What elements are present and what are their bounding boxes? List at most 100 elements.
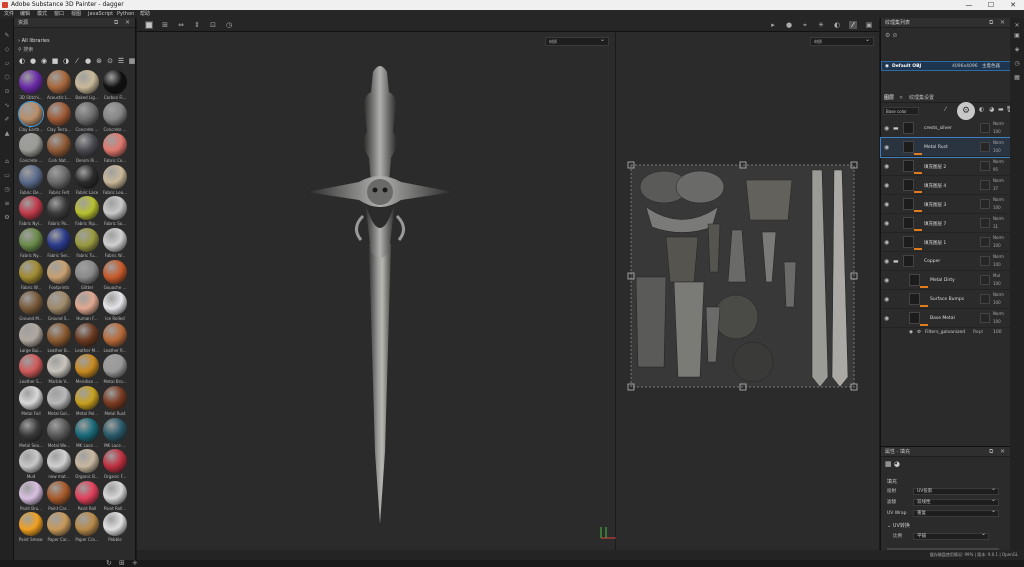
menu-mode[interactable]: 模式 [37,10,47,18]
material-item[interactable]: Fabric Co... [102,133,128,164]
layer-blend-mode[interactable]: Norm [993,121,1004,126]
material-item[interactable]: Fabric Lace [74,164,100,196]
texture-set-list-icon[interactable]: ▣ [1013,32,1021,40]
layer-blend-mode[interactable]: Norm [993,235,1004,240]
layer-opacity[interactable]: 37 [993,186,998,191]
eye-icon[interactable]: ◉ [884,182,889,189]
picker-icon[interactable]: ✐ [3,116,11,124]
material-item[interactable]: Fabric W... [102,228,128,259]
reset-view-icon[interactable]: ◷ [225,21,233,29]
add-paint-layer-icon[interactable]: ⁄ [945,106,946,113]
projection-select[interactable]: UV投影 [913,486,999,495]
paint-mode-icon[interactable]: ⁄ [849,21,857,29]
tab-close-icon[interactable]: ✕ [899,94,903,103]
layer-opacity[interactable]: 100 [993,243,1001,248]
fill-properties-icon[interactable]: ▦ [885,460,892,468]
menu-view[interactable]: 视图 [71,10,81,18]
material-item[interactable]: Mud [18,449,44,480]
flip-icon[interactable]: ⇕ [193,21,201,29]
settings-icon[interactable]: ⚙ [3,214,11,222]
material-item[interactable]: Ground M... [18,291,44,322]
viewport-2d[interactable]: 材质 [605,32,879,550]
material-item[interactable]: Paint Bru... [18,480,44,512]
settings-icon[interactable]: ⚙ [885,32,890,39]
material-item[interactable]: Cork Nat... [46,133,72,164]
eye-icon[interactable]: ◉ [884,201,889,208]
filter-texture-icon[interactable]: ◑ [62,57,70,65]
link-icon[interactable]: ⊘ [892,32,897,39]
menu-edit[interactable]: 编辑 [20,10,30,18]
panel-close-icon[interactable]: ✕ [1000,18,1005,28]
material-item[interactable]: Pebble [102,512,128,543]
material-item[interactable]: Metal We... [46,417,72,449]
layer-opacity[interactable]: 31 [993,224,998,229]
layout-grid-icon[interactable]: ⊞ [161,21,169,29]
material-item[interactable]: Leather S... [18,354,44,385]
layer-opacity[interactable]: 100 [993,281,1001,286]
material-item[interactable]: Carbon Fi... [102,70,128,101]
filter-particles-icon[interactable]: ☰ [117,57,125,65]
material-item[interactable]: Gouache ... [102,259,128,291]
material-item[interactable]: Denim Ri... [74,133,100,164]
menu-python[interactable]: Python [117,10,134,18]
layer-row[interactable]: ◉ Metal Dirty Mul 100 [881,271,1011,290]
material-item[interactable]: Paint Roll... [102,480,128,512]
material-item[interactable]: Paint Smear [18,512,44,543]
refresh-icon[interactable]: ↻ [106,559,112,567]
symmetry-icon[interactable]: ▸ [769,21,777,29]
layer-opacity[interactable]: 95 [993,167,998,172]
material-item[interactable]: Concrete ... [102,101,128,133]
mask-slot[interactable] [980,313,990,323]
log-icon[interactable]: ≡ [3,200,11,208]
eraser-icon[interactable]: ◇ [3,46,11,54]
panel-close-icon[interactable]: ✕ [1013,22,1021,30]
filter-material-icon[interactable]: ● [29,57,37,65]
layer-opacity[interactable]: 100 [993,205,1001,210]
material-item[interactable]: Fabric Lea... [102,164,128,196]
layout-single-icon[interactable]: ▦ [145,21,153,29]
material-item[interactable]: Concrete ... [74,101,100,133]
material-item[interactable]: Organic B... [74,449,100,480]
material-item[interactable]: Paint Roll [74,480,100,512]
menu-file[interactable]: 文件 [4,10,14,18]
add-mask-icon[interactable]: ◐ [979,106,984,113]
filter-brush-icon[interactable]: ⁄ [73,57,81,65]
smudge-icon[interactable]: ∿ [3,102,11,110]
history-icon[interactable]: ◷ [1013,60,1021,68]
mask-slot[interactable] [980,199,990,209]
material-item[interactable]: Fabric Ny... [18,228,44,259]
screenshot-icon[interactable]: ▣ [865,21,873,29]
search-input[interactable]: ⚲ 搜索 [18,46,132,54]
eye-icon[interactable]: ◉ [884,277,889,284]
layer-blend-mode[interactable]: Norm [993,140,1004,145]
material-item[interactable]: Paint Car... [46,480,72,512]
material-properties-icon[interactable]: ◕ [894,460,900,468]
menu-help[interactable]: 帮助 [140,10,150,18]
paint-brush-icon[interactable]: ✎ [3,32,11,40]
material-item[interactable]: Baked Lig... [74,70,100,101]
material-item[interactable]: Ice Rolled [102,291,128,322]
material-item[interactable]: Fabric Felt [46,164,72,196]
layer-opacity[interactable]: 100 [993,319,1001,324]
shading-icon[interactable]: ◐ [833,21,841,29]
layer-opacity[interactable]: 100 [993,148,1001,153]
menu-javascript[interactable]: JavaScript [88,10,113,18]
layer-row[interactable]: ◉ ▬ Copper Norm 100 [881,252,1011,271]
minimize-button[interactable]: — [958,0,980,10]
material-item[interactable]: Metal Pol... [74,386,100,417]
eye-icon[interactable]: ◉ [884,258,889,265]
layer-opacity[interactable]: 100 [993,300,1001,305]
material-item[interactable]: Leather M... [74,322,100,354]
texture-set-eye-icon[interactable]: ◉ [885,63,889,71]
material-item[interactable]: Human F... [74,291,100,322]
material-item[interactable]: Marble V... [46,354,72,385]
layer-row[interactable]: ◉ Base Metal Norm 100 [881,309,1011,328]
material-item[interactable]: MK Lace ... [102,417,128,449]
bake-icon[interactable]: ⌂ [3,158,11,166]
layer-row[interactable]: ◉ 填充图层 7 Norm 31 [881,214,1011,233]
mask-slot[interactable] [980,256,990,266]
material-item[interactable]: Large Bui... [18,322,44,354]
material-item[interactable]: Footprints [46,259,72,291]
material-item[interactable]: Acoustic L... [46,70,72,101]
scale-select[interactable]: 平铺 [913,531,989,540]
